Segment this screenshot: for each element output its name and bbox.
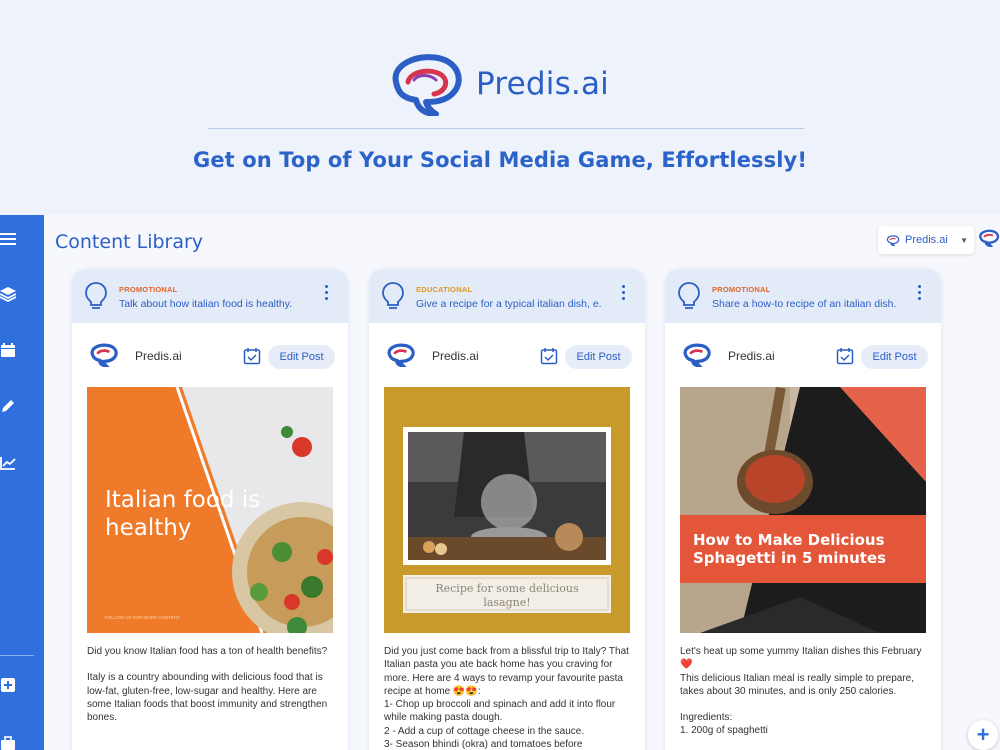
caption-paragraph: 1. 200g of spaghetti [680,725,768,737]
plus-icon: + [976,722,990,747]
account-name: Predis.ai [905,234,948,246]
post-header: Predis.ai Edit Post [665,323,941,385]
image-headline-line-1: Italian food is [105,487,260,513]
tagline: Get on Top of Your Social Media Game, Ef… [192,148,808,172]
page-title: Content Library [55,231,204,253]
briefcase-icon[interactable] [0,735,16,750]
caption-paragraph: Did you know Italian food has a ton of h… [87,646,328,657]
layers-icon[interactable] [0,286,16,302]
post-handle: Predis.ai [135,349,182,363]
more-options-icon[interactable] [916,283,922,307]
analytics-icon[interactable] [0,455,16,471]
predis-avatar-icon [90,343,118,367]
caption-paragraph: Ingredients: [680,712,733,724]
lightbulb-icon [678,282,700,309]
predis-logo-icon [392,54,462,116]
image-footer-text: FOLLOW US FOR MORE CONTENT [105,615,180,620]
schedule-icon[interactable] [243,347,261,365]
lightbulb-icon [382,282,404,309]
post-handle: Predis.ai [432,349,479,363]
add-icon[interactable] [0,677,16,693]
divider [208,128,804,129]
pencil-icon[interactable] [0,398,16,414]
chevron-down-icon: ▼ [960,235,968,245]
post-header: Predis.ai Edit Post [72,323,348,385]
content-topic: Share a how-to recipe of an italian dish… [712,298,897,310]
post-header: Predis.ai Edit Post [369,323,645,385]
content-type-label: EDUCATIONAL [416,285,473,294]
predis-avatar-icon [683,343,711,367]
lightbulb-icon [85,282,107,309]
post-image[interactable]: Italian food is healthy FOLLOW US FOR MO… [87,387,333,633]
content-card[interactable]: EDUCATIONAL Give a recipe for a typical … [369,269,645,750]
more-options-icon[interactable] [620,283,626,307]
caption-paragraph: 3- Season bhindi (okra) and tomatoes bef… [384,739,583,750]
caption-paragraph: Italy is a country abounding with delici… [87,672,328,724]
content-topic: Give a recipe for a typical italian dish… [416,298,602,310]
predis-avatar-icon [387,343,415,367]
card-header: PROMOTIONAL Share a how-to recipe of an … [665,269,941,323]
card-header: EDUCATIONAL Give a recipe for a typical … [369,269,645,323]
content-type-label: PROMOTIONAL [119,285,178,294]
edit-post-button[interactable]: Edit Post [861,345,928,369]
caption-paragraph: Let's heat up some yummy Italian dishes … [680,646,922,671]
brand-logo: Predis.ai [388,52,609,116]
content-type-label: PROMOTIONAL [712,285,771,294]
caption-paragraph: Did you just come back from a blissful t… [384,646,629,697]
post-caption: Let's heat up some yummy Italian dishes … [680,645,928,750]
hero-banner: Predis.ai Get on Top of Your Social Medi… [0,0,1000,215]
brand-name: Predis.ai [476,66,609,102]
content-card[interactable]: PROMOTIONAL Share a how-to recipe of an … [665,269,941,750]
more-options-icon[interactable] [323,283,329,307]
card-header: PROMOTIONAL Talk about how italian food … [72,269,348,323]
image-headline-line-2: Sphagetti in 5 minutes [693,549,886,567]
post-image[interactable]: How to Make Delicious Sphagetti in 5 min… [680,387,926,633]
calendar-icon[interactable] [0,342,16,358]
sidebar-divider [0,655,34,656]
content-card[interactable]: PROMOTIONAL Talk about how italian food … [72,269,348,750]
caption-paragraph: This delicious Italian meal is really si… [680,672,914,697]
caption-paragraph: 1- Chop up broccoli and spinach and add … [384,699,616,724]
image-headline-line-2: healthy [105,515,191,541]
menu-icon[interactable] [0,231,16,247]
sidebar [0,215,44,750]
content-area: Content Library Predis.ai ▼ PROMOTIONAL … [44,215,1000,750]
post-caption: Did you know Italian food has a ton of h… [87,645,335,737]
image-headline-line-1: Recipe for some delicious [435,582,579,595]
caption-paragraph: 2 - Add a cup of cottage cheese in the s… [384,725,585,737]
schedule-icon[interactable] [540,347,558,365]
edit-post-button[interactable]: Edit Post [268,345,335,369]
avatar[interactable] [978,229,1000,252]
post-caption: Did you just come back from a blissful t… [384,645,632,750]
content-topic: Talk about how italian food is healthy. [119,298,293,310]
add-content-button[interactable]: + [968,720,998,750]
post-image[interactable]: Recipe for some delicious lasagne! [384,387,630,633]
post-handle: Predis.ai [728,349,775,363]
account-selector[interactable]: Predis.ai ▼ [878,226,974,254]
image-headline-line-1: How to Make Delicious [693,531,885,549]
schedule-icon[interactable] [836,347,854,365]
predis-mini-icon [886,234,900,246]
edit-post-button[interactable]: Edit Post [565,345,632,369]
image-headline-line-2: lasagne! [483,596,530,609]
